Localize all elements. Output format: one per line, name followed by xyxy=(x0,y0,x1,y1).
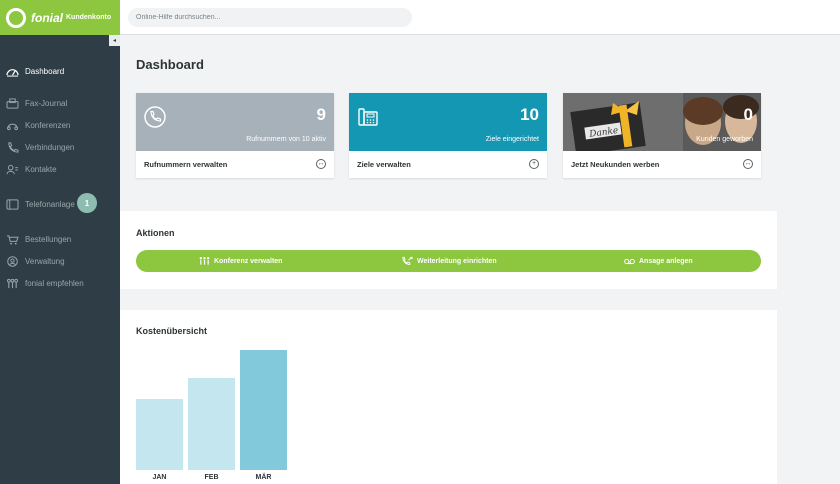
tile-neukunden[interactable]: Danke 0 Kunden geworben Jetzt Neukunden … xyxy=(563,93,761,178)
chart-bar-feb[interactable] xyxy=(188,377,235,470)
sidebar-item-kontakte[interactable]: Kontakte xyxy=(0,160,120,178)
conference-icon xyxy=(6,120,19,131)
tile-number: 10 xyxy=(520,105,539,124)
action-label: Konferenz verwalten xyxy=(214,257,283,265)
tile-header: Danke 0 Kunden geworben xyxy=(563,93,761,151)
setup-forwarding-button[interactable]: Weiterleitung einrichten xyxy=(402,250,497,272)
tile-label: Rufnummern verwalten xyxy=(144,160,228,169)
brand-logo[interactable]: fonial Kundenkonto xyxy=(0,0,120,35)
top-bar: fonial Kundenkonto xyxy=(0,0,840,35)
sidebar-item-label: Kontakte xyxy=(25,164,57,174)
phone-icon xyxy=(144,106,166,128)
action-label: Ansage anlegen xyxy=(639,257,693,265)
tile-description: Rufnummern von 10 aktiv xyxy=(246,136,326,143)
sidebar-item-label: Fax-Journal xyxy=(25,98,68,108)
fax-icon xyxy=(6,97,19,109)
arrows-icon[interactable]: ↔ xyxy=(743,159,753,169)
create-announcement-button[interactable]: Ansage anlegen xyxy=(624,250,693,272)
deskphone-icon xyxy=(358,108,378,126)
action-label: Weiterleitung einrichten xyxy=(417,257,497,265)
plus-icon[interactable]: + xyxy=(529,159,539,169)
chart-bar-jan[interactable] xyxy=(136,399,183,470)
brand-sub: Kundenkonto xyxy=(66,14,112,21)
contacts-icon xyxy=(6,164,19,175)
user-icon xyxy=(6,255,19,267)
pbx-icon xyxy=(6,198,19,210)
actions-bar: Konferenz verwalten Weiterleitung einric… xyxy=(136,250,761,272)
sidebar-item-bestellungen[interactable]: Bestellungen xyxy=(0,230,120,248)
sidebar-item-konferenzen[interactable]: Konferenzen xyxy=(0,116,120,134)
cart-icon xyxy=(6,234,19,245)
tile-header: 9 Rufnummern von 10 aktiv xyxy=(136,93,334,151)
search-input[interactable] xyxy=(128,8,412,27)
sidebar-item-label: Verwaltung xyxy=(25,256,65,266)
phone-icon xyxy=(6,141,19,153)
costs-title: Kostenübersicht xyxy=(136,326,208,336)
sidebar-item-verbindungen[interactable]: Verbindungen xyxy=(0,138,120,156)
actions-title: Aktionen xyxy=(136,228,175,238)
sidebar-item-label: Bestellungen xyxy=(25,234,72,244)
dashboard-icon xyxy=(6,66,19,77)
costs-card: Kostenübersicht JAN FEB MÄR xyxy=(120,310,777,484)
collapse-sidebar-button[interactable]: ◂ xyxy=(109,35,120,46)
chart-bar-mär[interactable] xyxy=(240,350,287,470)
logo-ring-icon xyxy=(6,7,26,28)
people-icon xyxy=(6,278,19,289)
conference-icon xyxy=(199,257,210,265)
actions-card: Aktionen Konferenz verwalten Weiterleitu… xyxy=(120,211,777,289)
sidebar-item-label: fonial empfehlen xyxy=(25,278,84,288)
sidebar-item-label: Dashboard xyxy=(25,66,65,76)
page-title: Dashboard xyxy=(136,57,204,72)
conference-manage-button[interactable]: Konferenz verwalten xyxy=(199,250,282,272)
sidebar-item-label: Konferenzen xyxy=(25,120,71,130)
brand-name: fonial xyxy=(31,10,63,25)
tile-ziele[interactable]: 10 Ziele eingerichtet Ziele verwalten + xyxy=(349,93,547,178)
tile-rufnummern[interactable]: 9 Rufnummern von 10 aktiv Rufnummern ver… xyxy=(136,93,334,178)
sidebar-item-label: Telefonanlage xyxy=(25,199,75,209)
sidebar-item-dashboard[interactable]: Dashboard xyxy=(0,62,120,80)
tile-label: Ziele verwalten xyxy=(357,160,411,169)
sidebar-item-fonial-empfehlen[interactable]: fonial empfehlen xyxy=(0,274,120,292)
tile-number: 0 xyxy=(743,105,753,124)
forward-icon xyxy=(402,256,413,265)
tile-description: Ziele eingerichtet xyxy=(485,136,539,143)
voicemail-icon xyxy=(624,258,635,265)
chart-category-label: FEB xyxy=(204,474,219,481)
tile-label: Jetzt Neukunden werben xyxy=(571,160,660,169)
sidebar-item-telefonanlage[interactable]: Telefonanlage 1 xyxy=(0,193,120,213)
tile-header: 10 Ziele eingerichtet xyxy=(349,93,547,151)
sidebar: ◂ Dashboard Fax-Journal Konferenzen Verb… xyxy=(0,35,120,484)
arrows-icon[interactable]: ↔ xyxy=(316,159,326,169)
sidebar-item-fax-journal[interactable]: Fax-Journal xyxy=(0,94,120,112)
sidebar-item-label: Verbindungen xyxy=(25,142,75,152)
tile-number: 9 xyxy=(316,105,326,124)
sidebar-item-verwaltung[interactable]: Verwaltung xyxy=(0,252,120,270)
notification-badge: 1 xyxy=(77,193,97,213)
tile-description: Kunden geworben xyxy=(696,136,753,143)
chart-category-label: JAN xyxy=(152,474,167,481)
chart-category-label: MÄR xyxy=(255,474,272,481)
